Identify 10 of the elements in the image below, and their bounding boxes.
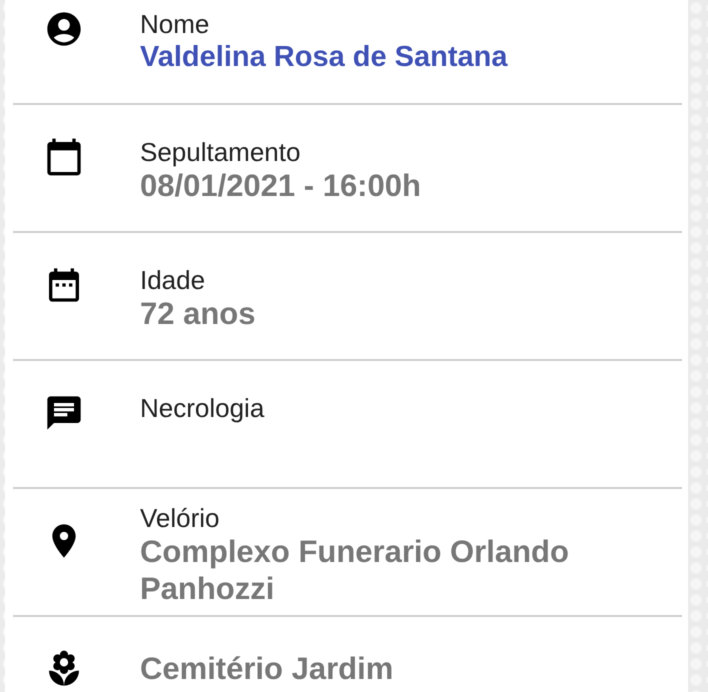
field-label: Necrologia xyxy=(140,393,266,423)
field-label: Nome xyxy=(140,9,210,39)
field-label: Velório xyxy=(140,502,220,532)
field-value: 72 anos xyxy=(140,295,256,332)
field-value: Cemitério Jardim xyxy=(140,650,394,687)
field-value: 08/01/2021 - 16:00h xyxy=(140,167,422,204)
field-label: Sepultamento xyxy=(140,137,302,167)
field-value: Valdelina Rosa de Santana xyxy=(140,40,509,75)
field-value: Complexo Funerario Orlando Panhozzi xyxy=(140,532,570,606)
field-label: Idade xyxy=(140,265,206,295)
